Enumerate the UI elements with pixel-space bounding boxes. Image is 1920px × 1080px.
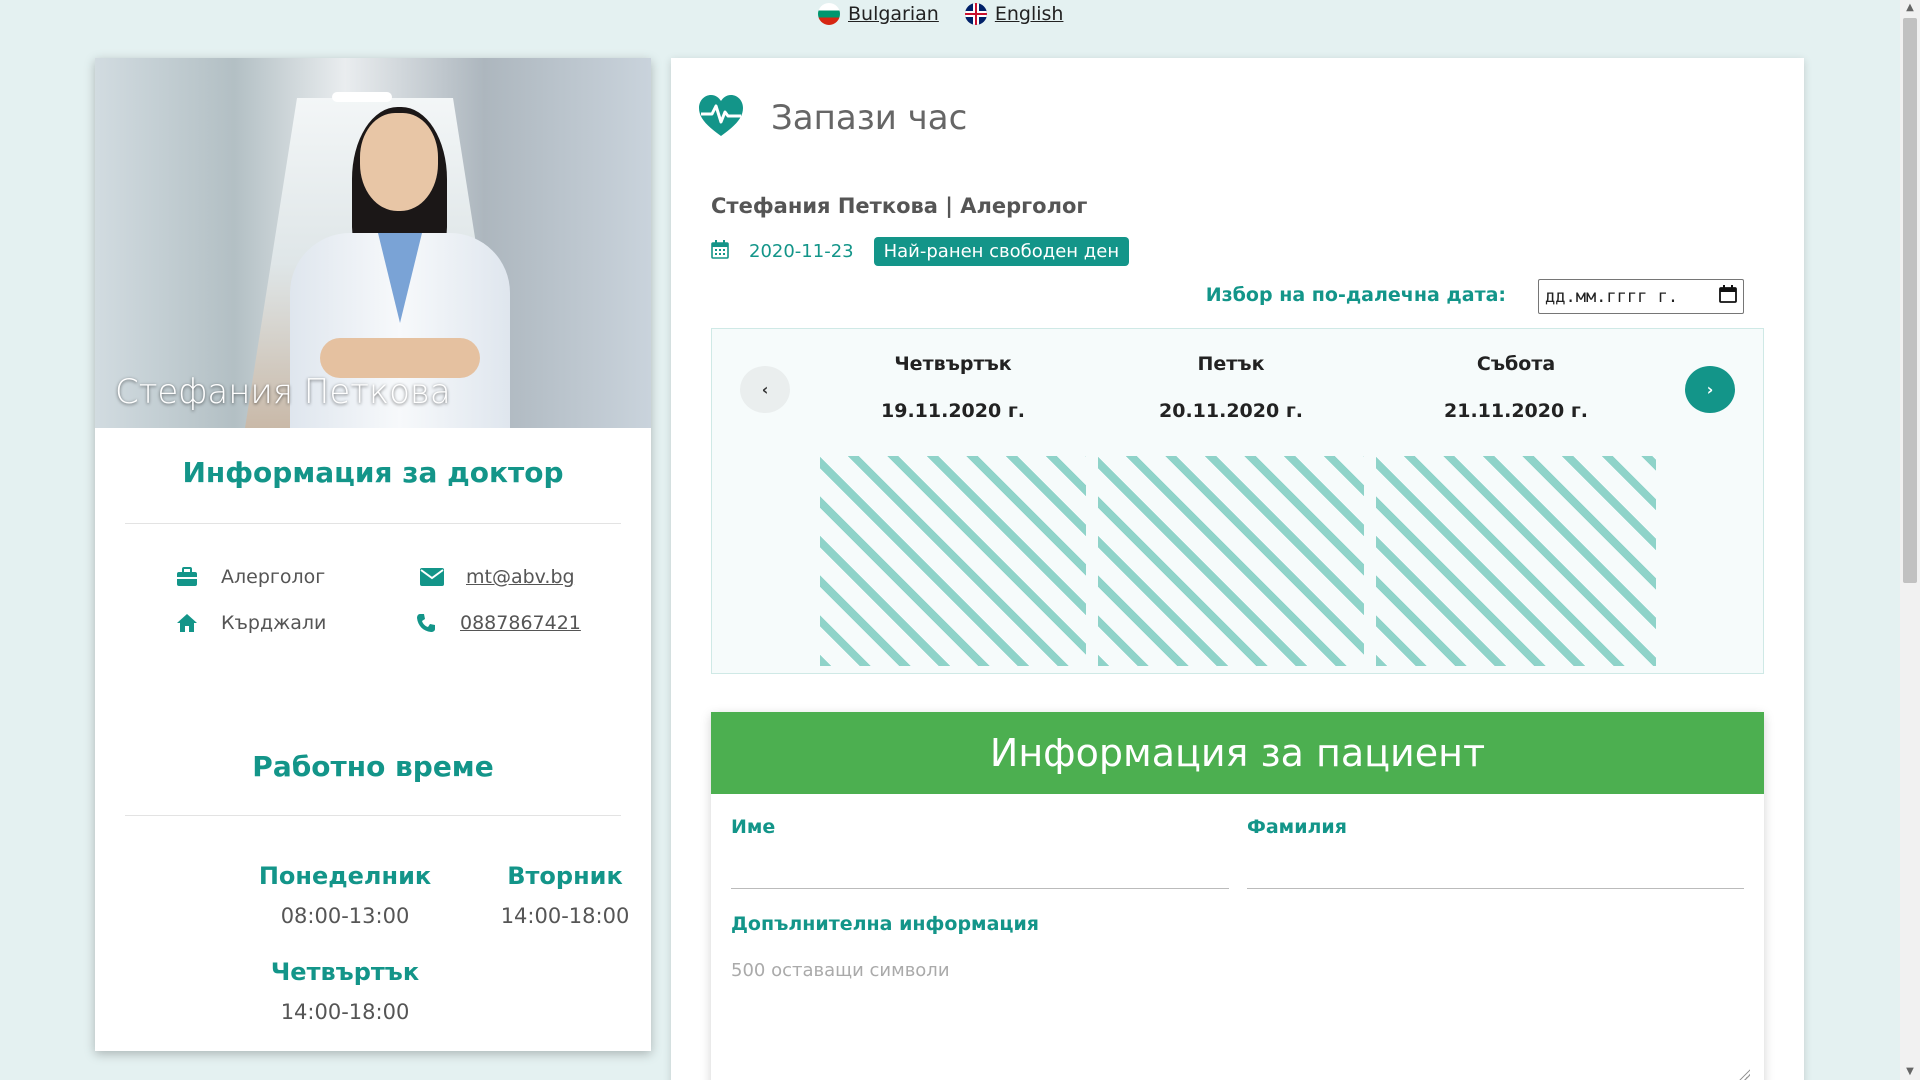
email-item: mt@abv.bg bbox=[420, 566, 591, 588]
day-name: Четвъртък bbox=[894, 353, 1012, 375]
day-column: Петък 20.11.2020 г. bbox=[1098, 329, 1364, 666]
language-label: Bulgarian bbox=[848, 3, 939, 25]
extra-info-label: Допълнителна информация bbox=[731, 913, 1040, 935]
doctor-card: Стефания Петкова Информация за доктор Ал… bbox=[95, 58, 651, 1051]
unavailable-slots bbox=[820, 456, 1086, 666]
hours-time: 14:00-18:00 bbox=[280, 1000, 410, 1024]
day-name: Петък bbox=[1197, 353, 1265, 375]
doctor-photo: Стефания Петкова bbox=[95, 58, 651, 428]
earliest-day-badge: Най-ранен свободен ден bbox=[873, 237, 1130, 266]
working-hours-grid: Понеделник 08:00-13:00 Вторник 14:00-18:… bbox=[235, 862, 675, 1024]
hours-day: Четвъртък bbox=[270, 958, 420, 986]
scroll-down-icon[interactable]: ▼ bbox=[1900, 1064, 1920, 1080]
hours-time: 14:00-18:00 bbox=[500, 904, 630, 928]
chevron-left-icon: ‹ bbox=[761, 380, 769, 399]
divider bbox=[125, 523, 621, 524]
divider bbox=[125, 815, 621, 816]
calendar-icon bbox=[711, 240, 729, 263]
hours-entry: Вторник 14:00-18:00 bbox=[455, 862, 675, 928]
hours-time: 08:00-13:00 bbox=[280, 904, 410, 928]
unavailable-slots bbox=[1098, 456, 1364, 666]
extra-info-textarea[interactable]: 500 оставащи символи bbox=[721, 948, 1754, 1080]
doctor-info-grid: Алерголог mt@abv.bg Кърджали 0887867421 bbox=[175, 566, 591, 634]
day-name: Събота bbox=[1476, 353, 1556, 375]
booking-panel: Запази час Стефания Петкова | Алерголог … bbox=[671, 58, 1804, 1080]
calendar-picker-icon[interactable] bbox=[1719, 285, 1737, 308]
city-item: Кърджали bbox=[175, 612, 420, 634]
home-icon bbox=[175, 613, 199, 633]
first-name-input[interactable] bbox=[731, 888, 1229, 889]
booking-title: Запази час bbox=[771, 98, 968, 138]
chevron-right-icon: › bbox=[1706, 380, 1714, 399]
email-link[interactable]: mt@abv.bg bbox=[466, 566, 575, 588]
phone-link[interactable]: 0887867421 bbox=[460, 612, 581, 634]
page-scrollbar[interactable]: ▲ ▼ bbox=[1900, 0, 1920, 1080]
day-column: Четвъртък 19.11.2020 г. bbox=[820, 329, 1086, 666]
extra-info-placeholder: 500 оставащи символи bbox=[731, 960, 950, 981]
hours-day: Понеделник bbox=[258, 862, 432, 890]
date-placeholder: дд.мм.гггг г. bbox=[1545, 286, 1679, 307]
language-label: English bbox=[994, 3, 1064, 25]
availability-calendar: ‹ Четвъртък 19.11.2020 г. Петък 20.11.20… bbox=[711, 328, 1764, 674]
doctor-specialty-line: Стефания Петкова | Алерголог bbox=[711, 194, 1088, 218]
first-name-label: Име bbox=[731, 816, 776, 838]
doctor-name: Стефания Петкова bbox=[115, 372, 451, 412]
heartbeat-icon bbox=[697, 94, 745, 142]
day-date: 21.11.2020 г. bbox=[1444, 400, 1588, 422]
envelope-icon bbox=[420, 568, 444, 586]
unavailable-slots bbox=[1376, 456, 1656, 666]
patient-info-title: Информация за пациент bbox=[711, 712, 1764, 794]
earliest-date-row: 2020-11-23 Най-ранен свободен ден bbox=[711, 237, 1130, 266]
hours-entry: Понеделник 08:00-13:00 bbox=[235, 862, 455, 928]
hours-day: Вторник bbox=[507, 862, 623, 890]
next-days-button[interactable]: › bbox=[1685, 366, 1735, 413]
date-picker-input[interactable]: дд.мм.гггг г. bbox=[1538, 279, 1744, 314]
earliest-date[interactable]: 2020-11-23 bbox=[749, 241, 854, 262]
day-columns: Четвъртък 19.11.2020 г. Петък 20.11.2020… bbox=[820, 329, 1656, 666]
booking-header: Запази час bbox=[697, 94, 967, 142]
phone-icon bbox=[414, 613, 438, 633]
pick-date-label: Избор на по-далечна дата: bbox=[1205, 284, 1506, 306]
specialty-item: Алерголог bbox=[175, 566, 420, 588]
specialty-text: Алерголог bbox=[221, 566, 326, 588]
language-bulgarian-link[interactable]: Bulgarian bbox=[818, 3, 939, 25]
doctor-info-title: Информация за доктор bbox=[182, 456, 564, 489]
hours-entry: Четвъртък 14:00-18:00 bbox=[235, 958, 455, 1024]
last-name-label: Фамилия bbox=[1247, 816, 1347, 838]
day-date: 19.11.2020 г. bbox=[881, 400, 1025, 422]
last-name-input[interactable] bbox=[1247, 888, 1744, 889]
uk-flag-icon bbox=[964, 3, 987, 25]
working-hours-title: Работно време bbox=[252, 750, 494, 783]
day-date: 20.11.2020 г. bbox=[1159, 400, 1303, 422]
resize-handle-icon[interactable] bbox=[1738, 1068, 1750, 1080]
language-english-link[interactable]: English bbox=[964, 3, 1064, 25]
prev-days-button[interactable]: ‹ bbox=[740, 366, 790, 413]
scroll-up-icon[interactable]: ▲ bbox=[1900, 0, 1920, 16]
day-column: Събота 21.11.2020 г. bbox=[1376, 329, 1656, 666]
briefcase-icon bbox=[175, 567, 199, 587]
patient-info-card: Информация за пациент Име Фамилия Допълн… bbox=[711, 712, 1764, 1080]
city-text: Кърджали bbox=[221, 612, 327, 634]
phone-item: 0887867421 bbox=[414, 612, 591, 634]
bulgaria-flag-icon bbox=[818, 3, 840, 25]
scroll-thumb[interactable] bbox=[1903, 18, 1917, 583]
language-bar: Bulgarian English bbox=[818, 3, 1063, 25]
